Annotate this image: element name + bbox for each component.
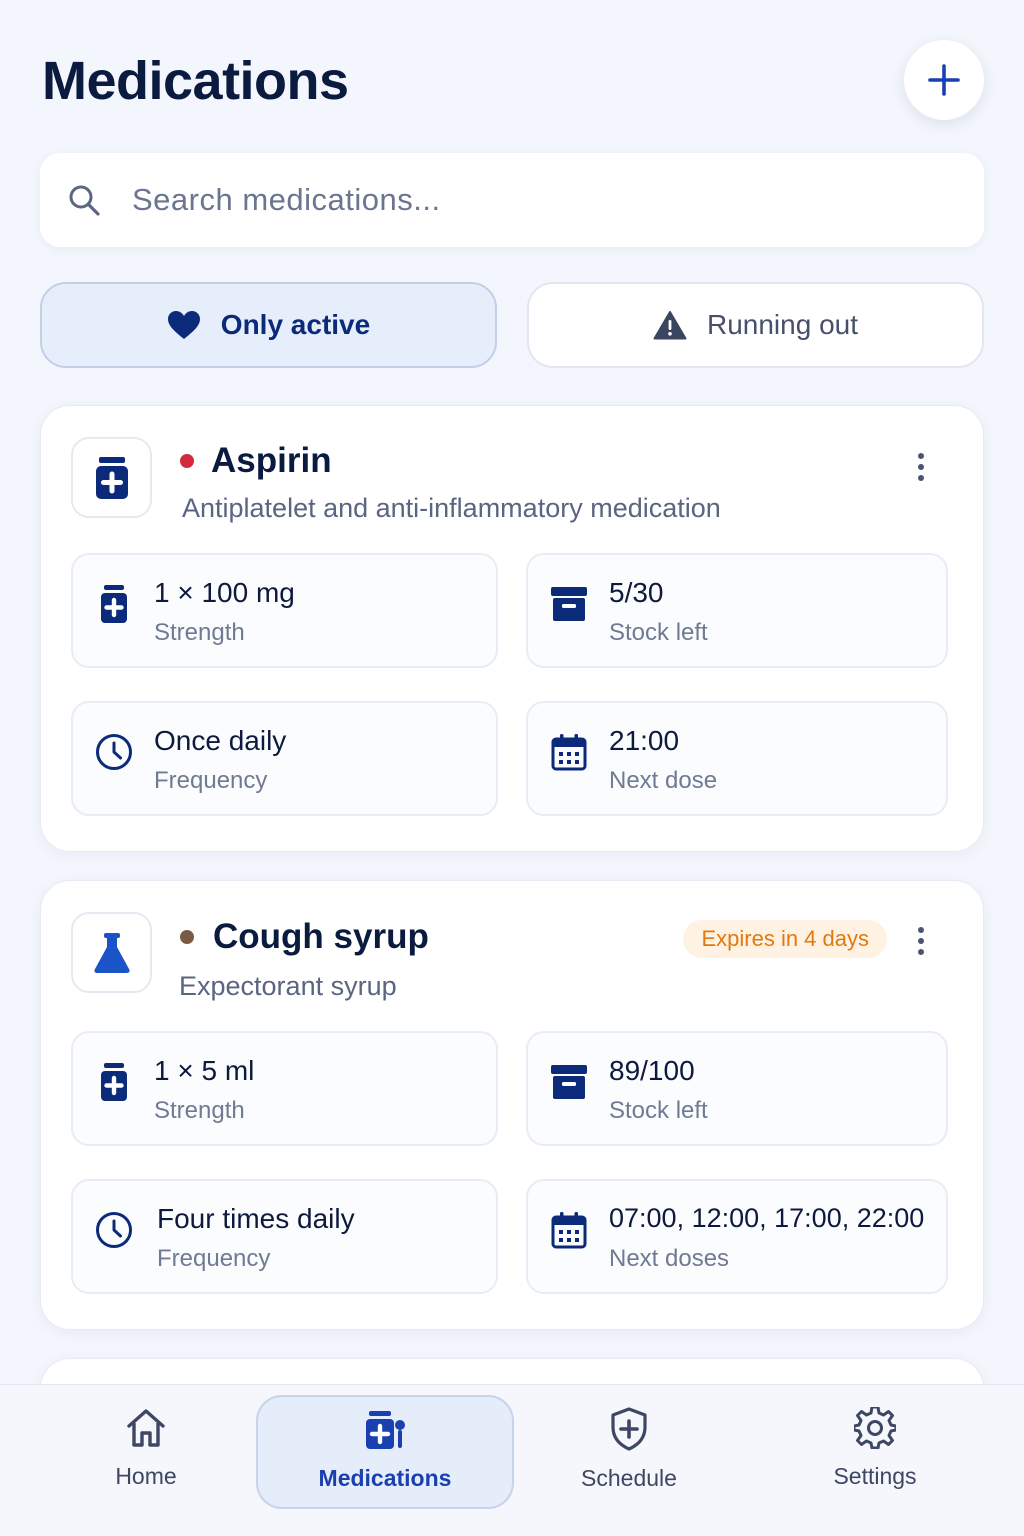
nav-label: Settings [833,1463,917,1489]
next-dose-label: Next dose [609,767,718,794]
stock-label: Stock left [609,1097,708,1124]
medication-type-icon [71,912,152,993]
nav-schedule[interactable]: Schedule [500,1395,758,1509]
stock-value: 5/30 [609,577,664,608]
medication-card-cough-syrup[interactable]: Cough syrup Expires in 4 days Expectoran… [40,880,984,1330]
plus-icon [928,64,960,96]
medications-screen: Medications Only active Running out [0,0,1024,1536]
strength-value: 1 × 100 mg [154,577,295,608]
more-icon-dot [918,464,924,470]
filter-label: Only active [220,309,371,340]
info-stock: 5/30 Stock left [526,553,948,668]
medication-card-aspirin[interactable]: Aspirin Antiplatelet and anti-inflammato… [40,405,984,852]
pill-bottle-icon [93,583,135,625]
bottom-navigation: Home Medications Schedule Settings [0,1384,1024,1536]
stock-label: Stock left [609,619,708,646]
medication-name: Cough syrup [213,917,429,956]
pill-bottle-icon [93,1061,135,1103]
frequency-label: Frequency [157,1245,271,1272]
filter-running-out[interactable]: Running out [527,282,984,368]
info-frequency: Four times daily Frequency [71,1179,498,1294]
more-options-button[interactable] [903,919,939,963]
more-icon-dot [918,938,924,944]
next-doses-value: 07:00, 12:00, 17:00, 22:00 [609,1203,925,1233]
more-icon-dot [918,475,924,481]
info-next-dose: 21:00 Next dose [526,701,948,816]
next-doses-label: Next doses [609,1245,730,1272]
page-title: Medications [42,51,349,111]
more-icon-dot [918,927,924,933]
header: Medications [42,40,984,128]
next-dose-value: 21:00 [609,725,680,756]
pill-bottle-icon [95,456,128,499]
status-dot [180,454,194,468]
nav-label: Schedule [581,1465,677,1491]
add-medication-button[interactable] [904,40,984,120]
medication-description: Antiplatelet and anti-inflammatory medic… [182,493,721,523]
shield-plus-icon [611,1407,647,1451]
medication-name: Aspirin [211,441,332,480]
info-next-doses: 07:00, 12:00, 17:00, 22:00 Next doses [526,1179,948,1294]
info-frequency: Once daily Frequency [71,701,498,816]
clock-icon [93,731,135,773]
frequency-value: Once daily [154,725,287,756]
heart-icon [167,311,200,339]
nav-medications[interactable]: Medications [256,1395,514,1509]
expiry-badge: Expires in 4 days [683,920,887,958]
archive-box-icon [548,1061,590,1103]
warning-icon [653,311,687,340]
search-bar[interactable] [40,153,984,247]
nav-label: Home [115,1463,177,1489]
stock-value: 89/100 [609,1055,695,1086]
status-dot [180,930,194,944]
more-icon-dot [918,949,924,955]
clock-icon [93,1209,135,1251]
filter-label: Running out [706,309,858,340]
medications-icon [366,1411,405,1449]
nav-home[interactable]: Home [17,1395,275,1509]
frequency-label: Frequency [154,767,268,794]
flask-icon [93,932,130,973]
nav-settings[interactable]: Settings [746,1395,1004,1509]
strength-value: 1 × 5 ml [154,1055,255,1086]
more-icon-dot [918,453,924,459]
gear-icon [854,1407,896,1449]
nav-label: Medications [318,1465,452,1491]
strength-label: Strength [154,1097,245,1124]
frequency-value: Four times daily [157,1203,355,1234]
medication-type-icon [71,437,152,518]
info-stock: 89/100 Stock left [526,1031,948,1146]
archive-box-icon [548,583,590,625]
calendar-icon [548,1209,590,1251]
strength-label: Strength [154,619,245,646]
info-strength: 1 × 5 ml Strength [71,1031,498,1146]
home-icon [127,1409,165,1447]
search-icon [69,185,100,216]
filter-only-active[interactable]: Only active [40,282,497,368]
more-options-button[interactable] [903,445,939,489]
calendar-icon [548,731,590,773]
search-input[interactable] [132,182,892,218]
info-strength: 1 × 100 mg Strength [71,553,498,668]
medication-description: Expectorant syrup [179,971,397,1001]
